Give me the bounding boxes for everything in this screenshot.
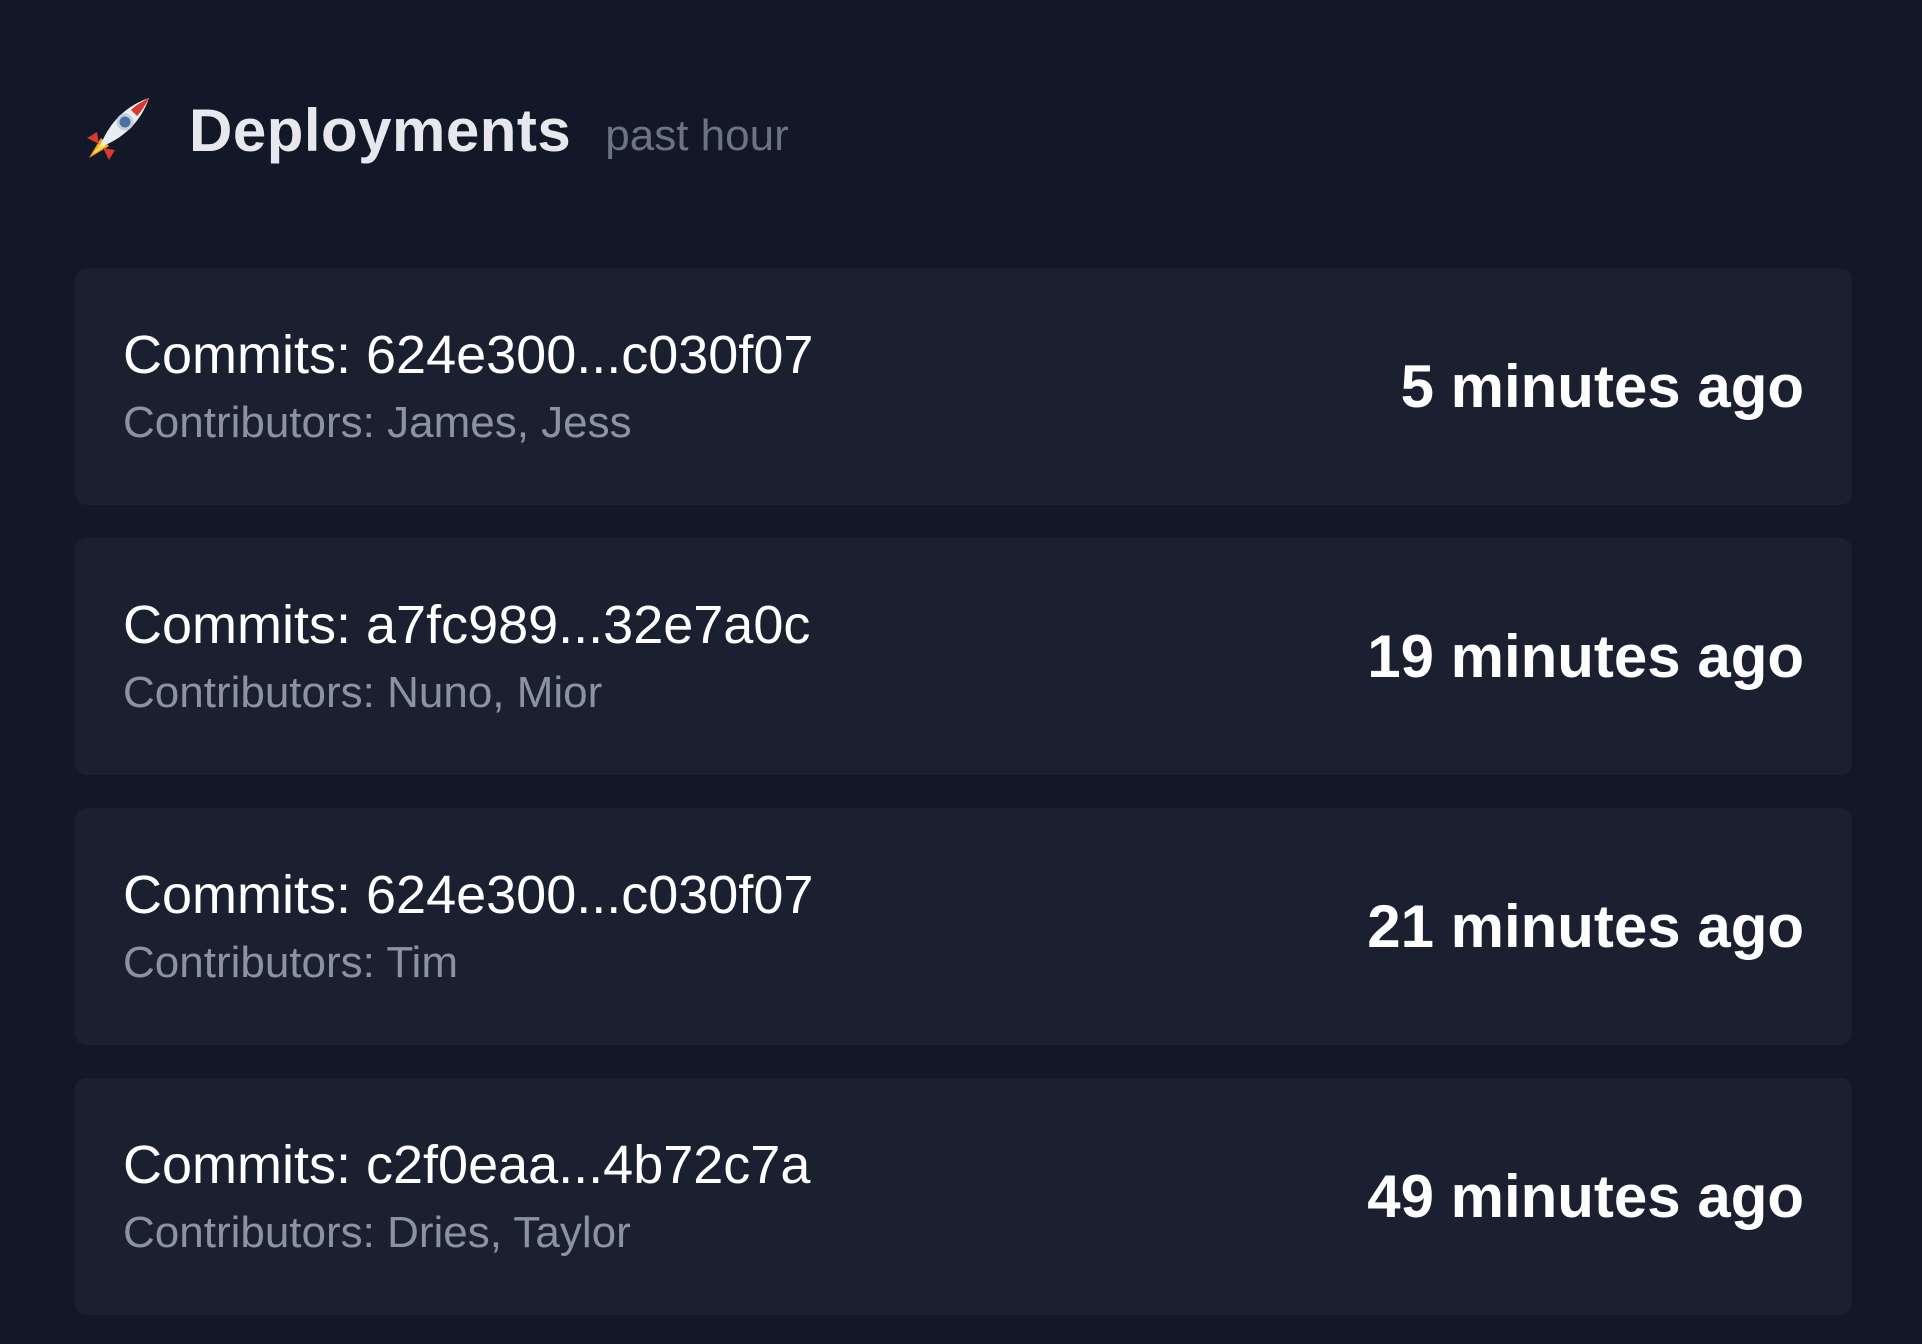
page-title: Deployments bbox=[189, 96, 572, 164]
deployment-card[interactable]: Commits: 624e300...c030f07 Contributors:… bbox=[75, 808, 1852, 1045]
deployment-info: Commits: a7fc989...32e7a0c Contributors:… bbox=[123, 594, 811, 718]
deployment-time: 19 minutes ago bbox=[1367, 623, 1804, 690]
deployment-time: 5 minutes ago bbox=[1400, 353, 1804, 420]
deployments-page: Deployments past hour Commits: 624e300..… bbox=[0, 0, 1922, 1344]
deployment-commits: Commits: c2f0eaa...4b72c7a bbox=[123, 1134, 811, 1195]
page-header: Deployments past hour bbox=[75, 80, 789, 180]
deployment-commits: Commits: a7fc989...32e7a0c bbox=[123, 594, 811, 655]
page-subtitle: past hour bbox=[605, 111, 789, 160]
deployment-card[interactable]: Commits: a7fc989...32e7a0c Contributors:… bbox=[75, 538, 1852, 775]
deployment-contributors: Contributors: Tim bbox=[123, 938, 458, 987]
deployment-card[interactable]: Commits: 624e300...c030f07 Contributors:… bbox=[75, 268, 1852, 505]
deployment-info: Commits: 624e300...c030f07 Contributors:… bbox=[123, 864, 814, 988]
deployment-contributors: Contributors: Dries, Taylor bbox=[123, 1208, 631, 1257]
deployment-time: 49 minutes ago bbox=[1367, 1163, 1804, 1230]
rocket-icon bbox=[75, 88, 159, 172]
deployment-contributors: Contributors: James, Jess bbox=[123, 398, 632, 447]
deployment-contributors: Contributors: Nuno, Mior bbox=[123, 668, 603, 717]
deployment-commits: Commits: 624e300...c030f07 bbox=[123, 864, 814, 925]
deployment-commits: Commits: 624e300...c030f07 bbox=[123, 324, 814, 385]
deployment-time: 21 minutes ago bbox=[1367, 893, 1804, 960]
deployments-list: Commits: 624e300...c030f07 Contributors:… bbox=[75, 268, 1852, 1344]
deployment-info: Commits: 624e300...c030f07 Contributors:… bbox=[123, 324, 814, 448]
deployment-card[interactable]: Commits: c2f0eaa...4b72c7a Contributors:… bbox=[75, 1078, 1852, 1315]
deployment-info: Commits: c2f0eaa...4b72c7a Contributors:… bbox=[123, 1134, 811, 1258]
